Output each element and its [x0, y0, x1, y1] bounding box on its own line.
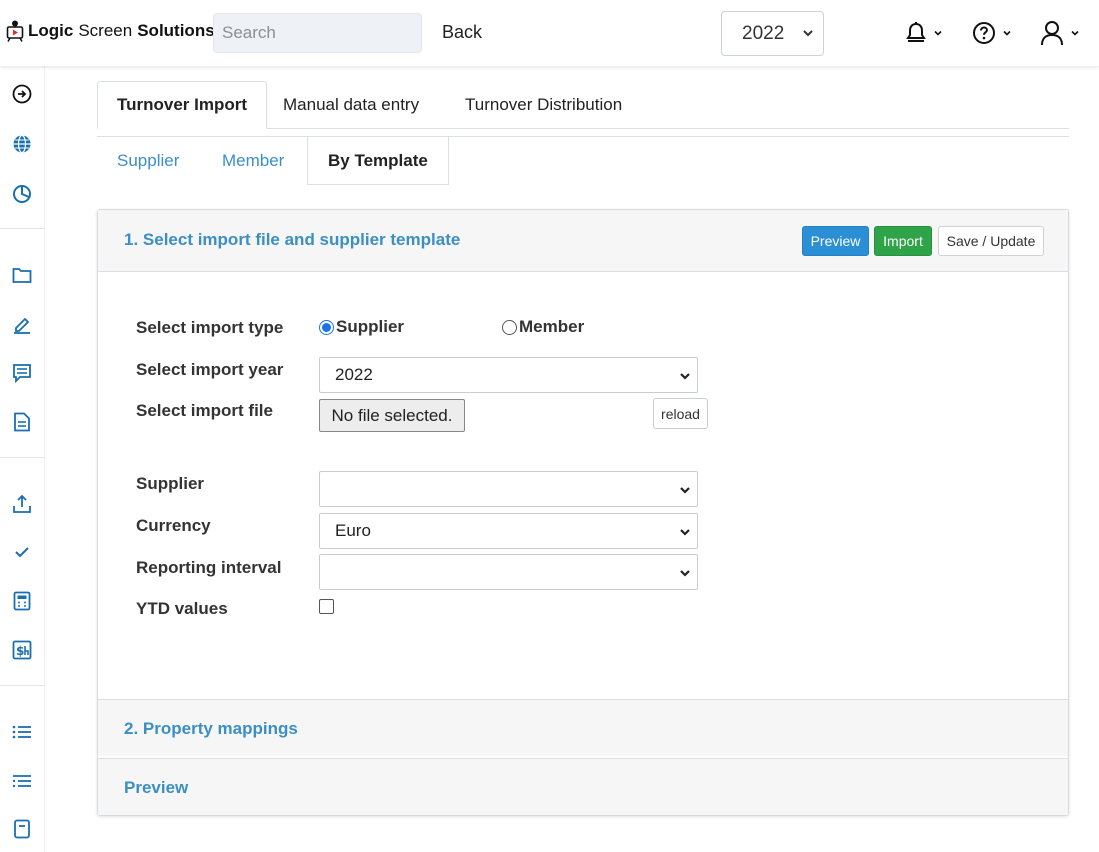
notifications-menu[interactable] — [905, 20, 943, 46]
bell-icon — [906, 22, 926, 42]
chevron-down-icon — [1003, 30, 1011, 36]
logo[interactable]: Logic Screen Solutions — [6, 20, 215, 42]
top-bar: Logic Screen Solutions Back 2022 — [0, 0, 1099, 66]
import-year-label: Select import year — [136, 360, 284, 379]
chevron-down-icon — [934, 30, 942, 36]
svg-text:$: $ — [16, 644, 24, 658]
calculator-icon[interactable] — [11, 590, 33, 612]
subtab-by-template[interactable]: By Template — [307, 137, 449, 185]
main-tabs: Turnover Import Manual data entry Turnov… — [97, 81, 1069, 129]
currency-select[interactable]: Euro — [319, 513, 698, 549]
chevron-down-icon — [803, 30, 813, 37]
import-button[interactable]: Import — [874, 226, 932, 256]
bookmark-icon[interactable] — [11, 818, 33, 840]
chevron-down-icon — [680, 529, 690, 536]
sidebar: $ — [0, 66, 45, 852]
property-mappings-title[interactable]: 2. Property mappings — [124, 719, 298, 739]
user-icon — [1041, 21, 1063, 46]
preview-section-title[interactable]: Preview — [124, 778, 188, 798]
subtab-supplier[interactable]: Supplier — [117, 137, 179, 185]
ytd-checkbox[interactable] — [319, 599, 334, 614]
help-menu[interactable] — [972, 20, 1012, 46]
indented-list-icon[interactable] — [11, 770, 33, 792]
year-value: 2022 — [742, 22, 785, 44]
year-select[interactable]: 2022 — [721, 11, 824, 56]
import-type-label: Select import type — [136, 318, 284, 337]
preview-section[interactable]: Preview — [98, 758, 1068, 815]
tab-turnover-distribution[interactable]: Turnover Distribution — [465, 81, 622, 129]
pencil-icon[interactable] — [11, 313, 33, 335]
chevron-down-icon — [680, 373, 690, 380]
radio-member-dot[interactable] — [502, 319, 517, 335]
reload-button[interactable]: reload — [653, 398, 708, 429]
supplier-label: Supplier — [136, 474, 205, 493]
logo-icon — [6, 20, 24, 42]
chevron-down-icon — [680, 487, 690, 494]
currency-label: Currency — [136, 516, 211, 535]
radio-supplier-label: Supplier — [336, 317, 405, 336]
property-mappings-section[interactable]: 2. Property mappings — [98, 699, 1068, 756]
save-update-button[interactable]: Save / Update — [938, 226, 1044, 256]
file-chooser-button[interactable]: No file selected. — [319, 399, 465, 432]
document-icon[interactable] — [11, 411, 33, 433]
search-input[interactable] — [213, 13, 422, 53]
sub-tabs: Supplier Member By Template — [97, 136, 1069, 185]
tab-turnover-import[interactable]: Turnover Import — [97, 81, 268, 129]
user-menu[interactable] — [1040, 20, 1080, 46]
logo-word-solutions: Solutions — [137, 21, 215, 40]
currency-value: Euro — [335, 521, 371, 540]
back-link[interactable]: Back — [442, 22, 482, 43]
sidebar-divider — [0, 457, 45, 458]
sidebar-divider — [0, 685, 45, 686]
reporting-interval-label: Reporting interval — [136, 558, 282, 577]
pie-chart-icon[interactable] — [11, 183, 33, 205]
logo-word-screen: Screen — [78, 21, 133, 40]
import-file-label: Select import file — [136, 401, 273, 420]
globe-icon[interactable] — [11, 133, 33, 155]
logo-word-logic: Logic — [28, 21, 74, 40]
reporting-interval-select[interactable] — [319, 554, 698, 590]
supplier-select[interactable] — [319, 471, 698, 507]
import-year-value: 2022 — [335, 365, 373, 384]
upload-icon[interactable] — [11, 493, 33, 515]
radio-supplier[interactable]: Supplier — [319, 317, 404, 337]
radio-member[interactable]: Member — [502, 317, 584, 337]
import-year-select[interactable]: 2022 — [319, 357, 698, 393]
panel-header[interactable]: 1. Select import file and supplier templ… — [98, 210, 1068, 272]
subtab-member[interactable]: Member — [222, 137, 284, 185]
preview-button[interactable]: Preview — [802, 226, 869, 256]
check-icon[interactable] — [11, 541, 33, 563]
tab-manual-data-entry[interactable]: Manual data entry — [283, 81, 419, 129]
ytd-label: YTD values — [136, 599, 228, 618]
folder-icon[interactable] — [11, 264, 33, 286]
message-list-icon[interactable] — [11, 362, 33, 384]
arrow-circle-right-icon[interactable] — [11, 83, 33, 105]
import-panel: 1. Select import file and supplier templ… — [97, 209, 1069, 816]
list-icon[interactable] — [11, 721, 33, 743]
chevron-down-icon — [680, 570, 690, 577]
chevron-down-icon — [1071, 30, 1079, 36]
radio-supplier-dot[interactable] — [319, 319, 334, 335]
invoice-dollar-icon[interactable]: $ — [11, 639, 33, 661]
radio-member-label: Member — [519, 317, 585, 336]
sidebar-divider — [0, 228, 45, 229]
help-icon — [973, 22, 995, 44]
panel-title[interactable]: 1. Select import file and supplier templ… — [124, 230, 460, 250]
